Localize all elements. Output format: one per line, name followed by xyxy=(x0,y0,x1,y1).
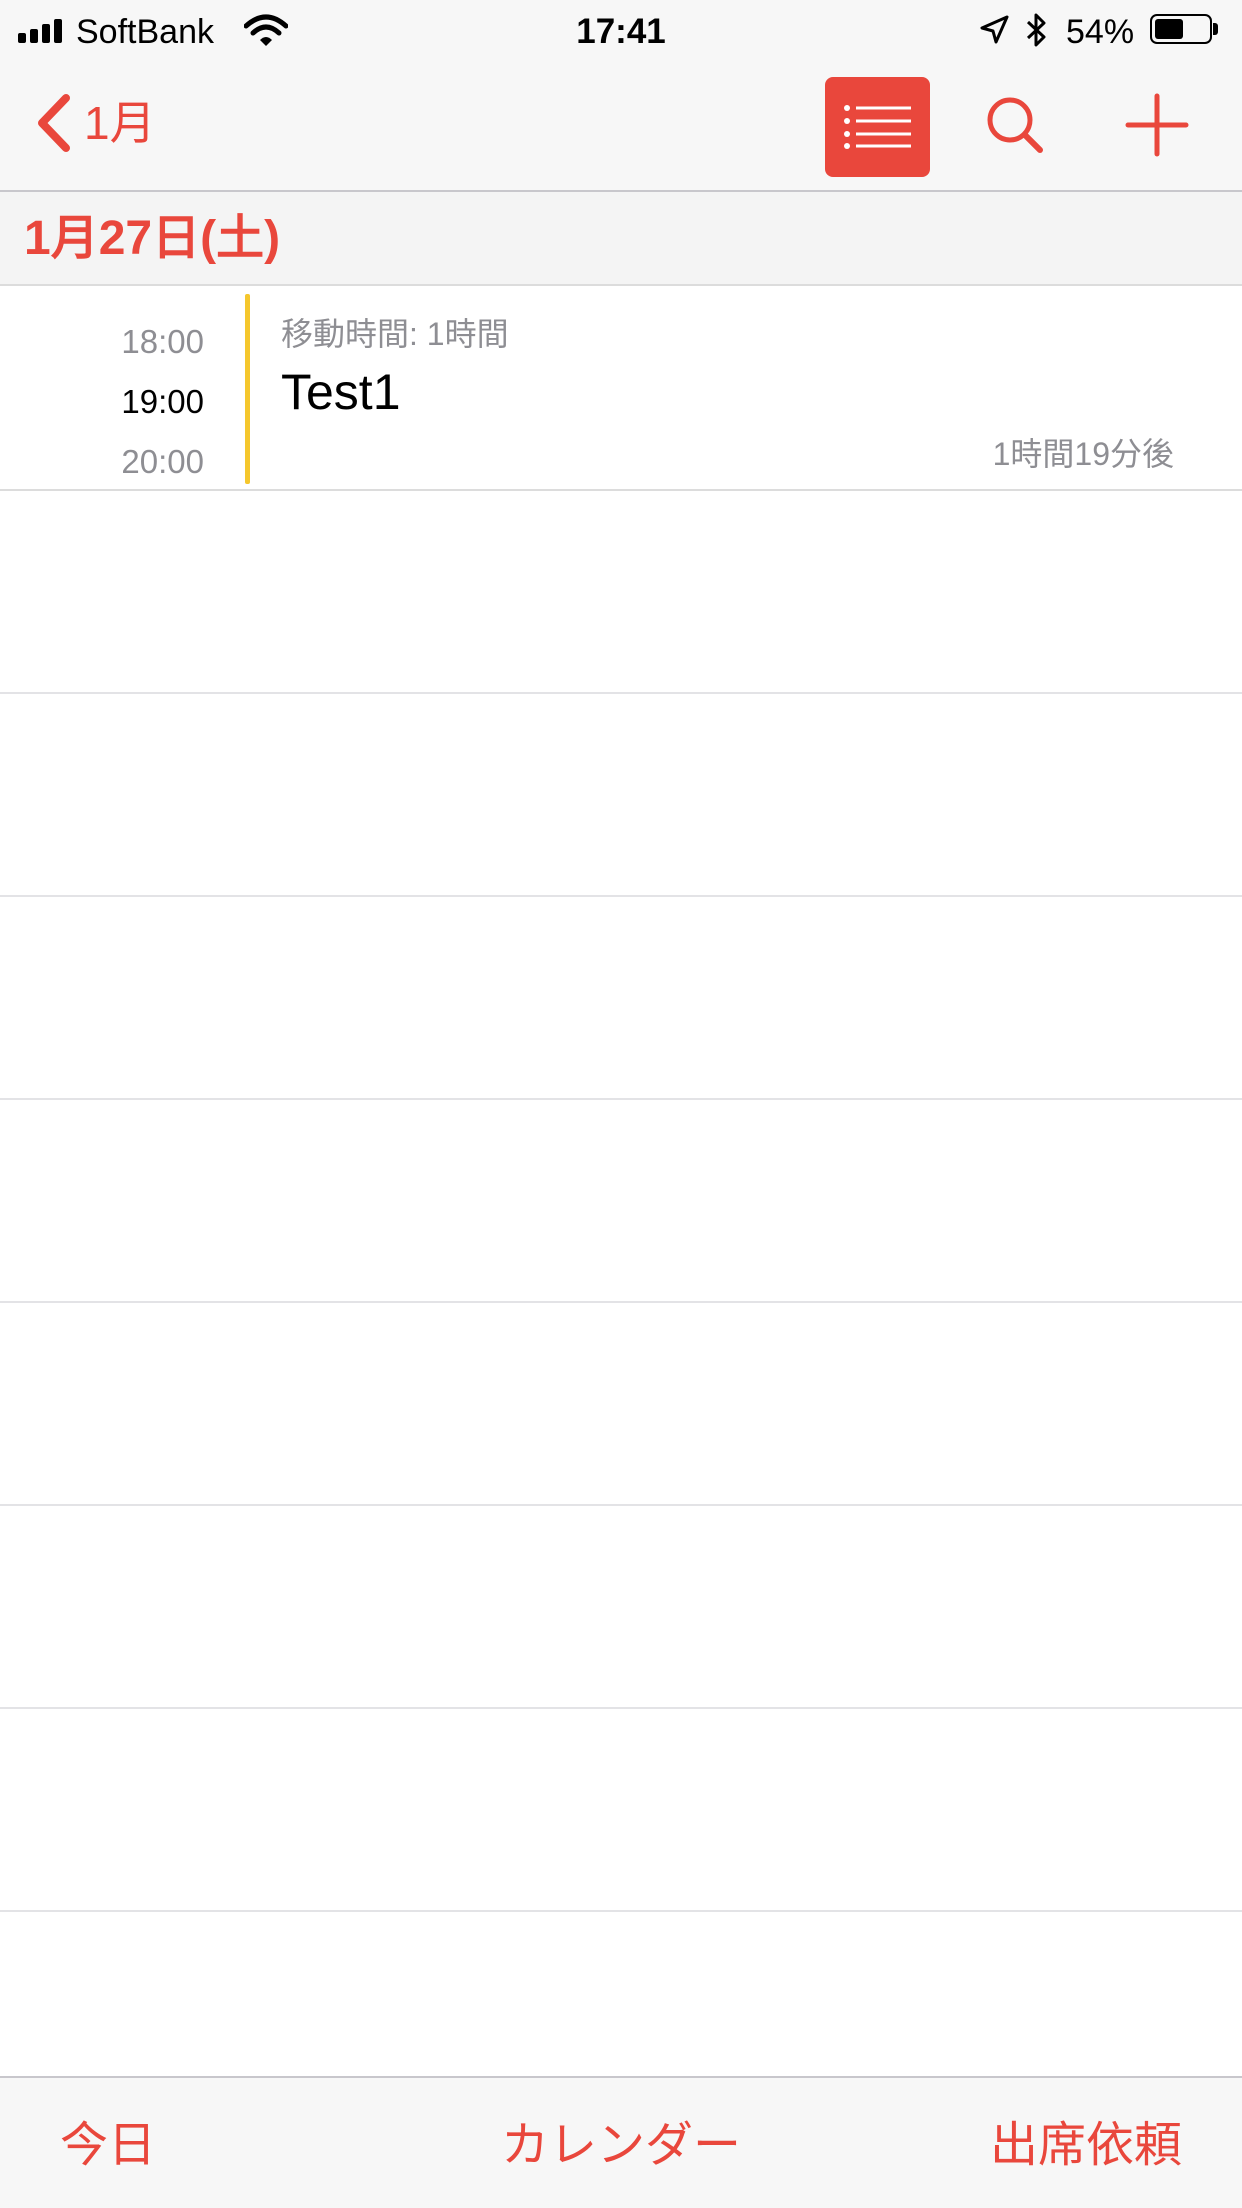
list-icon xyxy=(844,105,911,149)
travel-start-time: 18:00 xyxy=(121,323,204,360)
empty-list-row xyxy=(0,1506,1242,1709)
empty-list-row xyxy=(0,491,1242,694)
event-relative-time: 1時間19分後 xyxy=(992,436,1174,472)
empty-list-row xyxy=(0,1303,1242,1506)
plus-icon[interactable] xyxy=(1124,92,1190,158)
status-bar: SoftBank 17:41 54% xyxy=(0,0,1242,60)
empty-list-row xyxy=(0,897,1242,1100)
battery-icon xyxy=(1150,14,1220,46)
event-title: Test1 xyxy=(281,364,401,420)
event-row[interactable]: 18:00 19:00 20:00 移動時間: 1時間 Test1 1時間19分… xyxy=(0,286,1242,491)
battery-percent: 54% xyxy=(1066,13,1135,51)
empty-list-row xyxy=(0,1709,1242,1912)
tab-bar: 今日 カレンダー 出席依頼 xyxy=(0,2076,1242,2208)
list-view-toggle-button[interactable] xyxy=(825,77,930,177)
chevron-left-icon xyxy=(38,94,70,152)
travel-time-text: 移動時間: 1時間 xyxy=(281,316,509,352)
section-date: 1月27日(土) xyxy=(24,212,281,265)
navigation-bar: 1月 xyxy=(0,60,1242,192)
location-icon xyxy=(980,15,1009,44)
search-icon[interactable] xyxy=(980,90,1052,162)
bluetooth-icon xyxy=(1026,13,1046,47)
event-times: 18:00 19:00 20:00 xyxy=(0,312,204,492)
empty-list-row xyxy=(0,694,1242,897)
empty-list-row xyxy=(0,1100,1242,1303)
back-button[interactable]: 1月 xyxy=(34,88,156,158)
event-start-time: 19:00 xyxy=(121,383,204,420)
date-section-header: 1月27日(土) xyxy=(0,192,1242,286)
inbox-button[interactable]: 出席依頼 xyxy=(990,2116,1182,2176)
back-button-label: 1月 xyxy=(84,97,156,149)
calendar-color-bar xyxy=(245,294,250,484)
event-end-time: 20:00 xyxy=(121,443,204,480)
status-clock: 17:41 xyxy=(576,12,666,51)
